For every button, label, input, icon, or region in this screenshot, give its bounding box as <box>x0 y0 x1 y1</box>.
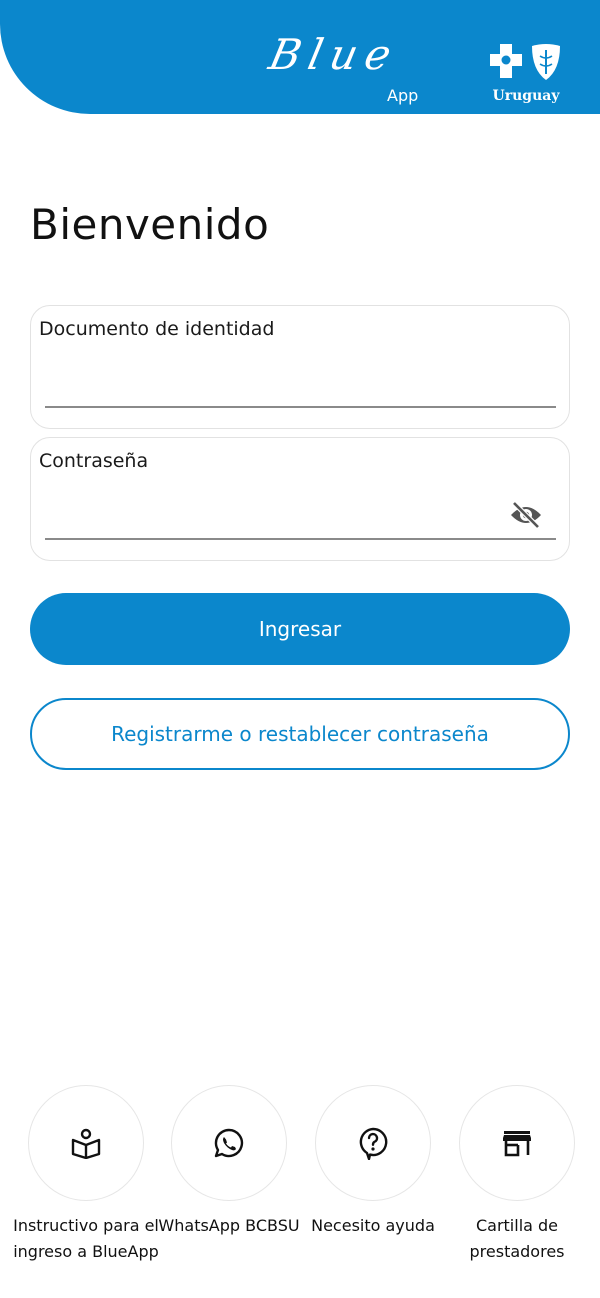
app-header: Blue App Uruguay <box>0 0 600 114</box>
bcbs-logo: Uruguay <box>488 40 564 110</box>
password-field[interactable]: Contraseña <box>30 437 570 561</box>
page-title: Bienvenido <box>30 200 270 249</box>
shortcut-instructions[interactable]: Instructivo para el ingreso a BlueApp <box>11 1085 161 1290</box>
partner-name: Uruguay <box>492 88 560 104</box>
cross-shield-icon <box>490 44 560 80</box>
shortcut-circle[interactable] <box>171 1085 287 1201</box>
document-label: Documento de identidad <box>39 318 275 340</box>
document-input[interactable] <box>45 366 555 406</box>
shortcut-providers[interactable]: Cartilla de prestadores <box>442 1085 592 1290</box>
storefront-icon <box>503 1131 531 1157</box>
book-person-icon <box>71 1128 101 1159</box>
shortcut-label: Cartilla de prestadores <box>469 1216 565 1261</box>
shortcut-label: Necesito ayuda <box>311 1216 435 1235</box>
shortcut-help[interactable]: Necesito ayuda <box>298 1085 448 1290</box>
register-reset-button[interactable]: Registrarme o restablecer contraseña <box>30 698 570 770</box>
whatsapp-icon <box>214 1128 244 1158</box>
help-bubble-icon <box>359 1127 388 1160</box>
shortcut-circle[interactable] <box>315 1085 431 1201</box>
document-underline <box>45 406 556 408</box>
brand-sub: App <box>387 86 419 105</box>
login-button[interactable]: Ingresar <box>30 593 570 665</box>
shortcut-circle[interactable] <box>459 1085 575 1201</box>
document-field[interactable]: Documento de identidad <box>30 305 570 429</box>
shortcut-circle[interactable] <box>28 1085 144 1201</box>
shortcut-whatsapp[interactable]: WhatsApp BCBSU <box>154 1085 304 1290</box>
password-input[interactable] <box>45 498 505 538</box>
password-underline <box>45 538 556 540</box>
password-label: Contraseña <box>39 450 149 472</box>
eye-off-icon[interactable] <box>509 500 543 530</box>
blueapp-logo: Blue App <box>265 30 420 106</box>
shortcut-label: WhatsApp BCBSU <box>158 1216 300 1235</box>
brand-script: Blue <box>264 30 404 79</box>
shortcut-label: Instructivo para el ingreso a BlueApp <box>13 1216 159 1261</box>
